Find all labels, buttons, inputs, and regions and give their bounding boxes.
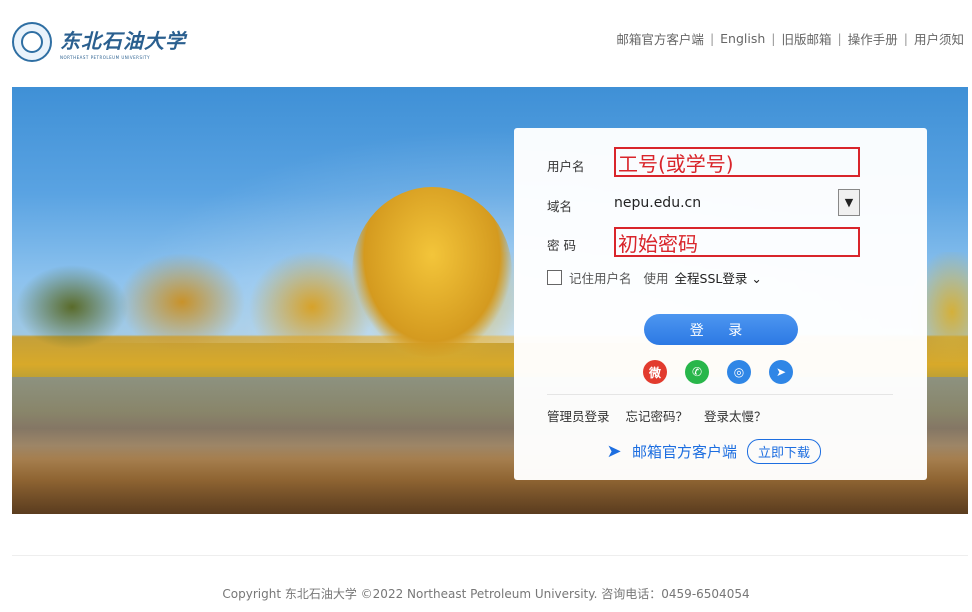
chevron-down-icon: ⌄ (751, 271, 762, 286)
divider (547, 394, 893, 395)
weibo-icon[interactable]: 微 (643, 360, 667, 384)
official-client-row: ➤ 邮箱官方客户端 立即下载 (604, 439, 822, 464)
other-login-icon[interactable]: ➤ (769, 360, 793, 384)
header: 东北石油大学 NORTHEAST PETROLEUM UNIVERSITY 邮箱… (0, 0, 972, 86)
login-panel: 用户名 工号(或学号) 域名 nepu.edu.cn ▼ 密 码 初始密码 记住… (514, 128, 927, 480)
qq-icon[interactable]: ◎ (727, 360, 751, 384)
nav-official-client[interactable]: 邮箱官方客户端 (616, 29, 704, 48)
login-slow-link[interactable]: 登录太慢？ (704, 406, 767, 425)
ssl-login-dropdown[interactable]: 全程SSL登录 ⌄ (675, 268, 762, 287)
login-button[interactable]: 登 录 (644, 314, 798, 345)
remember-checkbox[interactable] (547, 270, 562, 285)
password-label: 密 码 (547, 238, 576, 253)
client-label[interactable]: 邮箱官方客户端 (632, 441, 737, 462)
download-button[interactable]: 立即下载 (747, 439, 822, 464)
domain-select[interactable]: nepu.edu.cn ▼ (614, 189, 860, 216)
nav-old-version[interactable]: 旧版邮箱 (782, 29, 832, 48)
use-label: 使用 (643, 271, 669, 286)
copyright-text: Copyright 东北石油大学 ©2022 Northeast Petrole… (222, 587, 750, 601)
domain-label: 域名 (547, 199, 573, 214)
top-nav: 邮箱官方客户端 | English | 旧版邮箱 | 操作手册 | 用户须知 (616, 29, 964, 48)
wechat-icon[interactable]: ✆ (685, 360, 709, 384)
password-input[interactable]: 初始密码 (614, 227, 860, 257)
username-label: 用户名 (547, 159, 585, 174)
login-links: 管理员登录 忘记密码？ 登录太慢？ (547, 406, 783, 425)
remember-label[interactable]: 记住用户名 (569, 268, 632, 287)
social-login-icons: 微 ✆ ◎ ➤ (643, 360, 793, 384)
mail-client-icon: ➤ (606, 441, 622, 462)
remember-row: 记住用户名 使用 全程SSL登录 ⌄ (547, 268, 762, 287)
logo-english-name: NORTHEAST PETROLEUM UNIVERSITY (60, 54, 151, 60)
forgot-password-link[interactable]: 忘记密码？ (626, 406, 689, 425)
admin-login-link[interactable]: 管理员登录 (547, 406, 610, 425)
nav-user-notice[interactable]: 用户须知 (914, 29, 964, 48)
university-logo[interactable]: 东北石油大学 NORTHEAST PETROLEUM UNIVERSITY (12, 22, 186, 62)
footer-divider (12, 555, 968, 556)
chevron-down-icon[interactable]: ▼ (838, 189, 860, 216)
university-seal-icon (12, 22, 52, 62)
nav-manual[interactable]: 操作手册 (848, 29, 898, 48)
nav-english[interactable]: English (720, 31, 765, 46)
logo-chinese-name: 东北石油大学 (60, 28, 186, 53)
domain-value: nepu.edu.cn (614, 194, 702, 211)
username-input[interactable]: 工号(或学号) (614, 147, 860, 177)
